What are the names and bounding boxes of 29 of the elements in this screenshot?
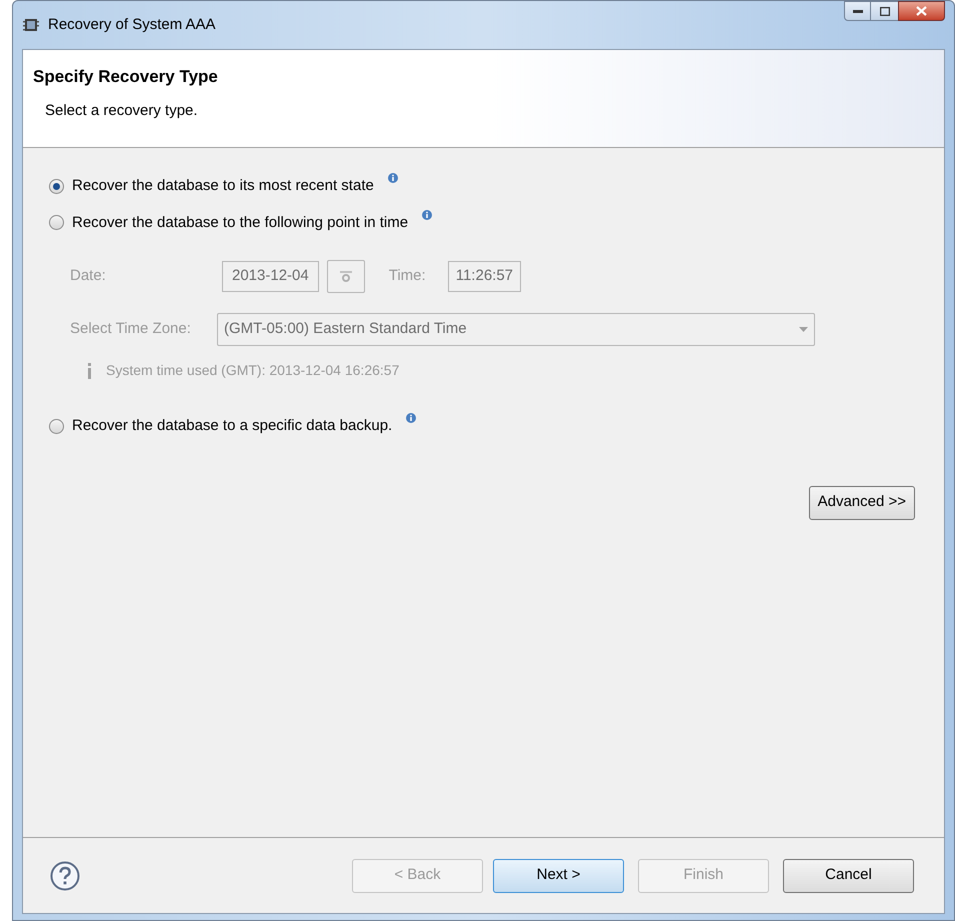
info-icon	[87, 362, 92, 378]
wizard-button[interactable]: Cancel	[783, 858, 914, 892]
close-button[interactable]	[898, 1, 945, 21]
minimize-icon	[852, 9, 862, 13]
option-label[interactable]: Recover the database to a specific data backup.	[72, 415, 392, 438]
chip-icon	[22, 16, 40, 34]
system-time-note: System time used (GMT): 2013-12-04 16:26:57	[106, 361, 400, 380]
page-title: Specify Recovery Type	[33, 66, 219, 88]
timezone-label: Select Time Zone:	[70, 319, 192, 340]
page-subtitle: Select a recovery type.	[44, 100, 199, 120]
info-icon	[406, 413, 416, 423]
help-icon[interactable]	[50, 860, 80, 890]
dropdown-arrow-icon	[799, 327, 808, 332]
close-icon	[916, 6, 927, 16]
maximize-icon	[880, 6, 890, 16]
minimize-button[interactable]	[844, 1, 871, 21]
wizard-button[interactable]: Next >	[493, 858, 624, 892]
time-label: Time:	[388, 266, 427, 286]
window-title: Recovery of System AAA	[48, 14, 216, 35]
advanced-button[interactable]: Advanced >>	[808, 486, 915, 520]
radio-button[interactable]	[49, 178, 64, 194]
maximize-button[interactable]	[871, 1, 898, 21]
option-label[interactable]: Recover the database to its most recent state	[72, 175, 374, 198]
radio-button[interactable]	[49, 418, 64, 434]
info-icon	[388, 173, 398, 183]
date-label: Date:	[70, 266, 107, 286]
info-icon	[422, 210, 432, 220]
radio-button[interactable]	[49, 215, 64, 230]
option-label[interactable]: Recover the database to the following point in time	[72, 212, 408, 234]
